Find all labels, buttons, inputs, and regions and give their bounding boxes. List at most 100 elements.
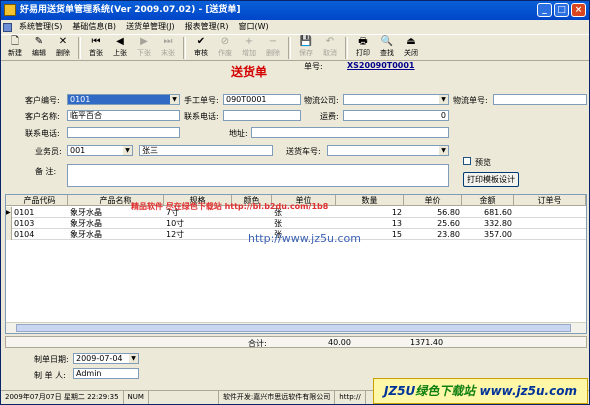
table-row[interactable]: 0103 象牙水晶 10寸 张 13 25.60 332.80 <box>6 218 586 229</box>
vehicle-field[interactable]: ▼ <box>327 145 449 156</box>
preview-checkbox[interactable] <box>463 157 471 165</box>
total-qty: 40.00 <box>328 338 351 347</box>
freight-field[interactable]: 0 <box>343 110 449 121</box>
salesman-name-field[interactable]: 张三 <box>139 145 273 156</box>
title-bar: 好易用送货单管理系统(Ver 2009.07.02) - [送货单] _ □ × <box>1 1 589 20</box>
edit-icon: ✎ <box>34 36 44 47</box>
column-header-code[interactable]: 产品代码 <box>12 195 68 206</box>
column-header-order[interactable]: 订单号 <box>514 195 586 206</box>
customer-name-field[interactable]: 临平百合 <box>67 110 180 121</box>
cell-order[interactable] <box>514 218 586 229</box>
toolbar-button-11[interactable]: 💾 保存 <box>294 35 318 61</box>
toolbar-button-2[interactable]: ✕ 删除 <box>51 35 75 61</box>
cell-order[interactable] <box>514 229 586 240</box>
promo-site: 绿色下载站 <box>415 384 476 398</box>
cell-spec[interactable]: 12寸 <box>164 229 232 240</box>
minimize-button[interactable]: _ <box>537 3 552 17</box>
delete-icon: ✕ <box>58 36 68 47</box>
customer-code-field[interactable]: 0101 ▼ <box>67 94 180 105</box>
toolbar-label: 关闭 <box>404 49 418 57</box>
cell-name[interactable]: 象牙水晶 <box>68 218 164 229</box>
total-amount: 1371.40 <box>410 338 444 347</box>
cell-color[interactable] <box>232 218 272 229</box>
scrollbar-thumb[interactable] <box>16 324 571 332</box>
cell-order[interactable] <box>514 207 586 218</box>
cell-price[interactable]: 23.80 <box>404 229 462 240</box>
status-datetime: 2009年07月07日 星期二 22:29:35 <box>1 391 124 404</box>
remark-label: 备 注: <box>35 167 57 176</box>
menu-basic-info[interactable]: 基础信息(B) <box>67 20 121 34</box>
total-label: 合计: <box>248 339 267 348</box>
toolbar-separator <box>345 37 348 59</box>
toolbar-button-1[interactable]: ✎ 编辑 <box>27 35 51 61</box>
column-header-price[interactable]: 单价 <box>404 195 462 206</box>
contact-phone-field[interactable] <box>223 110 301 121</box>
toolbar-button-10[interactable]: − 删除 <box>261 35 285 61</box>
toolbar-button-3[interactable]: ⏮ 首张 <box>84 35 108 61</box>
cell-unit[interactable]: 张 <box>272 218 336 229</box>
save-icon: 💾 <box>299 36 313 47</box>
toolbar-button-5[interactable]: ▶ 下张 <box>132 35 156 61</box>
chevron-down-icon[interactable]: ▼ <box>123 146 132 155</box>
logistics-no-field[interactable] <box>493 94 587 105</box>
toolbar-button-4[interactable]: ◀ 上张 <box>108 35 132 61</box>
void-icon: ⊘ <box>220 36 230 47</box>
cell-code[interactable]: 0103 <box>12 218 68 229</box>
cell-qty[interactable]: 13 <box>336 218 404 229</box>
cell-amount[interactable]: 681.60 <box>462 207 514 218</box>
salesman-code-field[interactable]: 001 ▼ <box>67 145 133 156</box>
maximize-button[interactable]: □ <box>554 3 569 17</box>
toolbar-button-6[interactable]: ⏭ 末张 <box>156 35 180 61</box>
toolbar-button-13[interactable]: 🖶 打印 <box>351 35 375 61</box>
date-value: 2009-07-04 <box>76 354 123 363</box>
cell-code[interactable]: 0104 <box>12 229 68 240</box>
cell-name[interactable]: 象牙水晶 <box>68 229 164 240</box>
approve-icon: ✔ <box>196 36 206 47</box>
app-icon <box>4 4 16 16</box>
cell-code[interactable]: 0101 <box>12 207 68 218</box>
chevron-down-icon[interactable]: ▼ <box>129 354 138 363</box>
toolbar-button-14[interactable]: 🔍 查找 <box>375 35 399 61</box>
menu-delivery[interactable]: 送货单管理(J) <box>121 20 180 34</box>
cell-price[interactable]: 56.80 <box>404 207 462 218</box>
chevron-down-icon[interactable]: ▼ <box>170 95 179 104</box>
remark-field[interactable] <box>67 164 449 187</box>
toolbar-label: 保存 <box>299 49 313 57</box>
horizontal-scrollbar[interactable] <box>6 322 586 333</box>
detail-grid[interactable]: 产品代码 产品名称 规格 颜色 单位 数量 单价 金额 订单号 ▶ 0101 象牙水晶 7寸张 12 56… <box>5 194 587 334</box>
contact-phone2-field[interactable] <box>67 127 180 138</box>
maker-field[interactable]: Admin <box>73 368 139 379</box>
toolbar-button-9[interactable]: + 增加 <box>237 35 261 61</box>
print-template-button[interactable]: 打印模板设计 <box>463 172 519 187</box>
menu-reports[interactable]: 报表管理(R) <box>180 20 234 34</box>
chevron-down-icon[interactable]: ▼ <box>439 95 448 104</box>
cell-amount[interactable]: 357.00 <box>462 229 514 240</box>
logistics-company-field[interactable]: ▼ <box>343 94 449 105</box>
chevron-down-icon[interactable]: ▼ <box>439 146 448 155</box>
undo-icon: ↶ <box>325 36 335 47</box>
date-field[interactable]: 2009-07-04 ▼ <box>73 353 139 364</box>
salesman-code-value: 001 <box>70 146 86 155</box>
toolbar-button-8[interactable]: ⊘ 作废 <box>213 35 237 61</box>
logistics-no-label: 物流单号: <box>453 96 488 105</box>
toolbar-button-15[interactable]: ⏏ 关闭 <box>399 35 423 61</box>
toolbar-label: 末张 <box>161 49 175 57</box>
cell-qty[interactable]: 12 <box>336 207 404 218</box>
toolbar-button-7[interactable]: ✔ 审核 <box>189 35 213 61</box>
address-field[interactable] <box>251 127 449 138</box>
app-window: 好易用送货单管理系统(Ver 2009.07.02) - [送货单] _ □ ×… <box>0 0 590 405</box>
manual-no-field[interactable]: 090T0001 <box>223 94 301 105</box>
toolbar-button-0[interactable]: 🗋 新建 <box>3 35 27 61</box>
menu-window[interactable]: 窗口(W) <box>233 20 273 34</box>
toolbar-button-12[interactable]: ↶ 取消 <box>318 35 342 61</box>
menu-system[interactable]: 系统管理(S) <box>14 20 67 34</box>
column-header-qty[interactable]: 数量 <box>336 195 404 206</box>
toolbar-label: 增加 <box>242 49 256 57</box>
column-header-amount[interactable]: 金额 <box>462 195 514 206</box>
cell-amount[interactable]: 332.80 <box>462 218 514 229</box>
print-icon: 🖶 <box>358 36 368 47</box>
logistics-company-label: 物流公司: <box>304 96 339 105</box>
close-window-button[interactable]: × <box>571 3 586 17</box>
cell-price[interactable]: 25.60 <box>404 218 462 229</box>
cell-spec[interactable]: 10寸 <box>164 218 232 229</box>
